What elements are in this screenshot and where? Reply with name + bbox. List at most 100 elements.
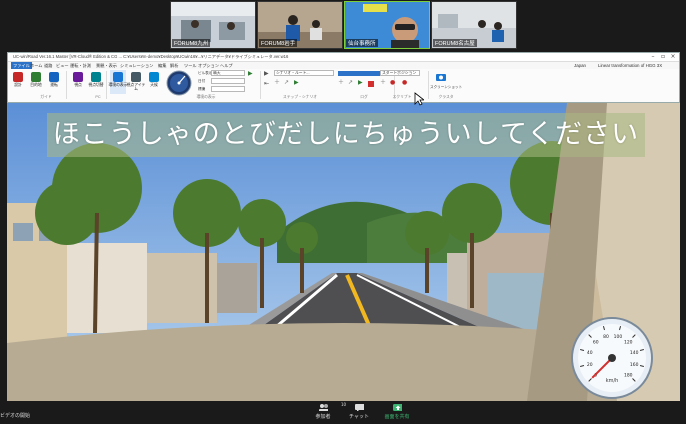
speedometer-tick-label: 160 (630, 362, 639, 368)
menu-options[interactable]: オプション (198, 62, 219, 69)
ribbon-button-destination[interactable]: 目的地 (28, 70, 44, 94)
arrow-log-icon[interactable]: ↗ (348, 80, 353, 86)
zoom-control-bar: ビデオの開始 参加者 10 チャット 画面を共有 (0, 401, 686, 424)
maximize-icon[interactable]: ▫ (658, 53, 668, 61)
menu-scenery[interactable]: 景観・表示 (96, 62, 117, 69)
participants-icon (319, 404, 328, 411)
menu-home[interactable]: ホーム (30, 62, 42, 69)
speedometer-tick-label: 120 (624, 340, 633, 346)
minimize-icon[interactable]: – (648, 53, 658, 61)
environment-icon (113, 72, 123, 82)
share-screen-icon (393, 404, 402, 411)
group-label-pc: PC (95, 95, 101, 99)
language-label: Japan (574, 63, 586, 68)
ribbon-button-view-switch[interactable]: 視点切替 (88, 70, 104, 94)
compass-icon[interactable] (166, 70, 192, 96)
sign-field[interactable] (211, 86, 245, 92)
title-bar: UC-win/Road Ver.16.1 Master [VR-Cloud® E… (8, 53, 679, 62)
ribbon-button-design[interactable]: 設計 (10, 70, 26, 94)
destination-icon (31, 72, 41, 82)
chat-icon (355, 404, 364, 411)
participant-tile[interactable]: FORUM8名古屋 (431, 1, 517, 49)
chat-button[interactable]: チャット (339, 403, 379, 420)
participant-name: FORUM8九州 (172, 39, 211, 47)
participant-tile[interactable]: FORUM8九州 (170, 1, 256, 49)
participant-name: 仙台事務所 (346, 39, 378, 47)
share-screen-button[interactable]: 画面を共有 (377, 403, 417, 420)
ribbon-toolbar: 設計 目的地 運転 ガイド 視点 視点切替 PC 環境の表示 視点アイテム 天候… (8, 69, 679, 102)
menu-view[interactable]: ビュー (56, 62, 69, 69)
group-label-step: ステップ・シナリオ (282, 95, 318, 99)
window-title: UC-win/Road Ver.16.1 Master [VR-Cloud® E… (13, 54, 289, 59)
menu-simulation[interactable]: シミュレーション (120, 62, 153, 69)
add-icon[interactable]: ＋ (274, 80, 280, 86)
driving-simulation-view[interactable]: 0 20 40 60 80 100 120 140 160 180 km/h ほこうしゃのとびだし… (7, 103, 680, 401)
design-icon (13, 72, 23, 82)
speedometer-tick-label: 20 (587, 362, 593, 368)
ribbon-button-drive[interactable]: 運転 (46, 70, 62, 94)
mouse-cursor-icon (414, 92, 424, 106)
ribbon-separator (260, 71, 261, 99)
menu-edit[interactable]: 編集 (158, 62, 166, 69)
participants-button[interactable]: 参加者 (303, 403, 343, 420)
ribbon-button-weather[interactable]: 天候 (146, 70, 162, 94)
share-screen-label: 画面を共有 (384, 414, 410, 420)
speedometer-tick-label: 140 (630, 350, 639, 356)
warning-message: ほこうしゃのとびだしにちゅういしてください (52, 119, 640, 150)
menu-bar: ファイル ホーム 道路 ビュー 運転・計測 景観・表示 シミュレーション 編集 … (8, 62, 679, 69)
menu-road[interactable]: 道路 (44, 62, 52, 69)
speedometer: 020406080 100120140160180 km/h (571, 317, 653, 399)
uc-win-road-window: UC-win/Road Ver.16.1 Master [VR-Cloud® E… (7, 52, 680, 103)
group-label-guide: ガイド (40, 95, 52, 99)
start-position-dropdown[interactable]: スタートポジション (380, 70, 420, 76)
drive-icon (49, 72, 59, 82)
screenshot-icon (436, 74, 446, 81)
menu-file[interactable]: ファイル (11, 62, 32, 69)
participants-label: 参加者 (315, 414, 331, 420)
menu-analysis[interactable]: 解析 (170, 62, 178, 69)
scenario-dropdown[interactable]: シナリオ・ルート... (274, 70, 334, 76)
group-label-cluster: クラスタ (438, 95, 454, 99)
field-label-date: 日付 (198, 79, 206, 83)
display-select[interactable]: 晴天 (211, 70, 245, 76)
step-back-icon[interactable]: ⇤ (264, 81, 269, 87)
step-icon[interactable]: ▶ (264, 71, 269, 77)
participant-gallery: FORUM8九州 FORUM8岩手 仙台事務所 FORUM8名古屋 (0, 0, 686, 52)
start-video-label[interactable]: ビデオの開始 (0, 412, 30, 419)
log-play-icon[interactable]: ▶ (358, 80, 363, 86)
zoom-meeting-window: FORUM8九州 FORUM8岩手 仙台事務所 FORUM8名古屋 UC-win… (0, 0, 686, 424)
speedometer-tick-label: 180 (624, 372, 633, 378)
close-icon[interactable]: × (668, 53, 678, 61)
run-icon[interactable]: ▶ (294, 80, 299, 86)
chat-label: チャット (349, 414, 369, 420)
ribbon-separator (106, 71, 107, 99)
play-icon[interactable]: ▶ (248, 71, 253, 77)
ribbon-button-viewpoint[interactable]: 視点 (70, 70, 86, 94)
participant-name: FORUM8岩手 (259, 39, 298, 47)
group-label-env: 環境の表示 (196, 95, 216, 99)
date-field[interactable] (211, 78, 245, 84)
menu-driving[interactable]: 運転・計測 (70, 62, 91, 69)
participant-tile[interactable]: FORUM8岩手 (257, 1, 343, 49)
marker-icon[interactable]: ● (402, 80, 407, 86)
view-item-icon (131, 72, 141, 82)
menu-tools[interactable]: ツール (184, 62, 197, 69)
record-icon[interactable] (368, 81, 374, 87)
add-log-icon[interactable]: ＋ (338, 80, 344, 86)
participant-name: FORUM8名古屋 (433, 39, 477, 47)
project-note: Linear transformation of HGG 3X (598, 63, 663, 68)
speedometer-tick-label: 80 (603, 334, 609, 340)
weather-icon (149, 72, 159, 82)
add-script-icon[interactable]: ＋ (380, 80, 386, 86)
ribbon-button-view-item[interactable]: 視点アイテム (127, 70, 145, 94)
participant-tile-active[interactable]: 仙台事務所 (344, 1, 430, 49)
speedometer-tick-label: 100 (614, 334, 623, 340)
view-switch-icon (91, 72, 101, 82)
menu-help[interactable]: ヘルプ (220, 62, 233, 69)
speed-unit: km/h (606, 378, 619, 384)
arrow-icon[interactable]: ↗ (284, 80, 289, 86)
screenshot-button[interactable]: スクリーンショット (430, 85, 462, 90)
ribbon-separator (66, 71, 67, 99)
ribbon-button-env-display[interactable]: 環境の表示 (109, 70, 127, 94)
marker-icon[interactable]: ● (390, 80, 395, 86)
